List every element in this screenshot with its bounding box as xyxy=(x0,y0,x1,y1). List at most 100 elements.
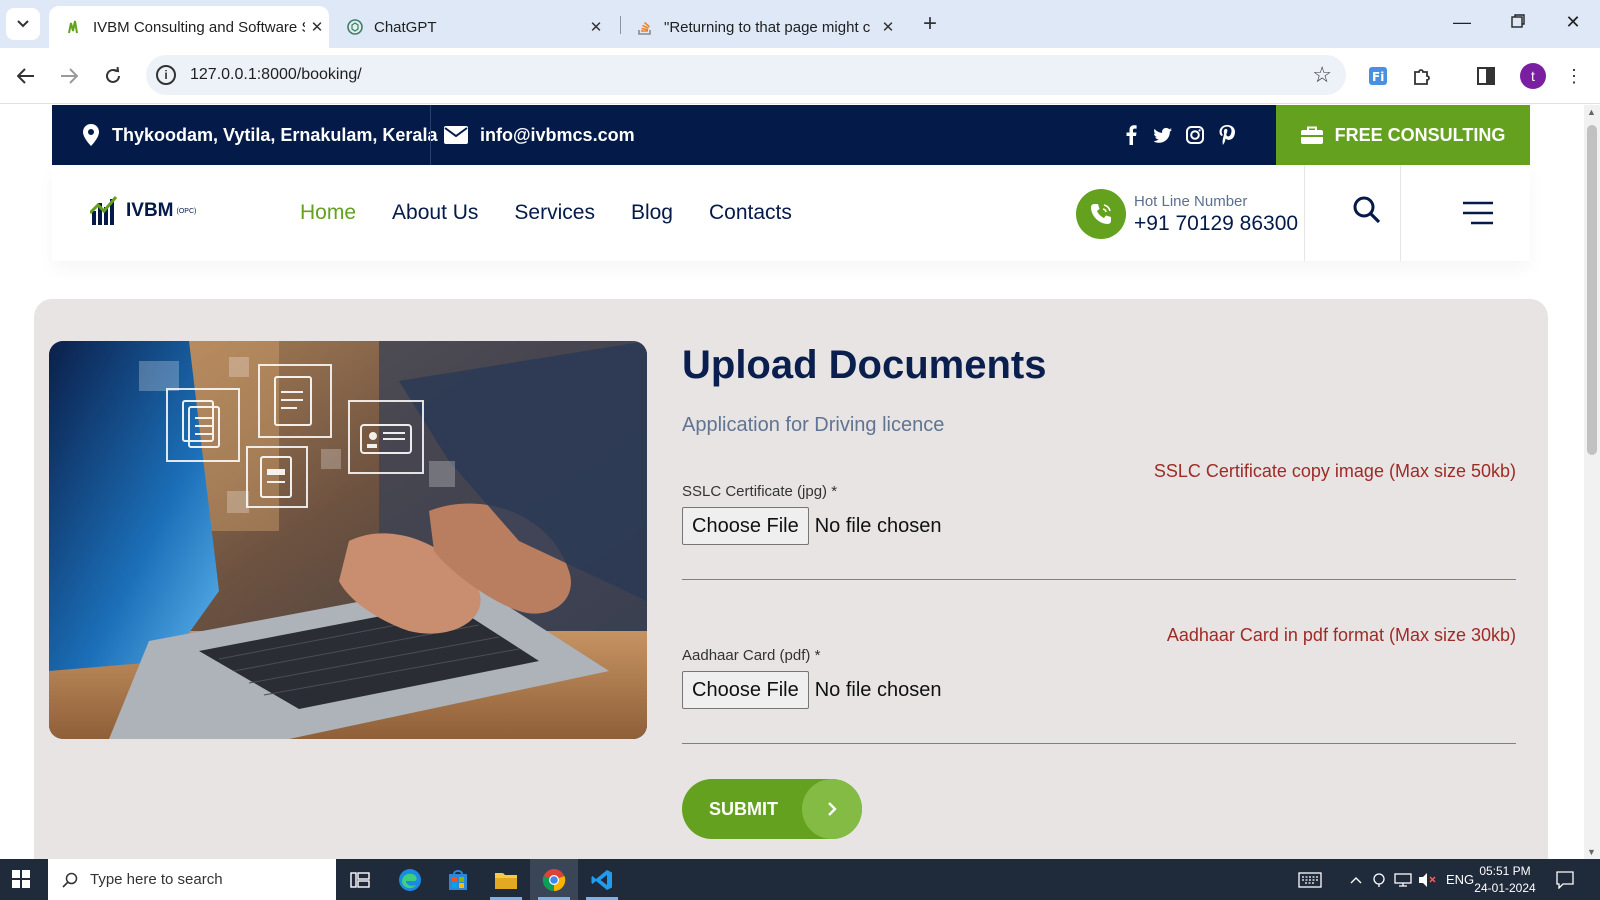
twitter-icon[interactable] xyxy=(1154,125,1172,145)
meet-now-icon[interactable] xyxy=(1372,859,1386,900)
file-explorer-icon[interactable] xyxy=(482,859,530,900)
chrome-icon[interactable] xyxy=(530,859,578,900)
minimize-icon[interactable]: — xyxy=(1450,12,1474,33)
sslc-hint: SSLC Certificate copy image (Max size 50… xyxy=(1153,461,1516,481)
edge-browser-icon[interactable] xyxy=(386,859,434,900)
taskbar-search-placeholder[interactable]: Type here to search xyxy=(90,871,223,888)
microsoft-store-icon[interactable] xyxy=(434,859,482,900)
sslc-file-status: No file chosen xyxy=(814,514,942,537)
email-text[interactable]: info@ivbmcs.com xyxy=(480,125,635,146)
submit-label: SUBMIT xyxy=(709,798,778,819)
chatgpt-favicon-icon xyxy=(346,18,364,36)
restore-icon[interactable] xyxy=(1506,12,1530,33)
side-panel-icon[interactable] xyxy=(1472,62,1500,90)
tab-ivbm[interactable]: IVBM Consulting and Software S ✕ xyxy=(49,6,329,48)
scrollbar-thumb[interactable] xyxy=(1587,125,1597,455)
form-title: Upload Documents xyxy=(682,343,1047,387)
topbar-divider xyxy=(430,105,431,165)
aadhaar-choose-file-button[interactable]: Choose File xyxy=(682,671,809,709)
tab-search-button[interactable] xyxy=(6,8,40,40)
windows-start-icon[interactable] xyxy=(12,870,30,893)
sslc-choose-file-button[interactable]: Choose File xyxy=(682,507,809,545)
site-info-icon[interactable]: i xyxy=(156,65,176,85)
nav-home[interactable]: Home xyxy=(300,201,356,225)
system-clock[interactable]: 05:51 PM 24-01-2024 xyxy=(1470,863,1540,897)
network-icon[interactable] xyxy=(1394,859,1412,900)
pinterest-icon[interactable] xyxy=(1218,125,1236,145)
nav-about-us[interactable]: About Us xyxy=(392,201,478,225)
keyboard-icon[interactable] xyxy=(1298,859,1322,900)
close-icon[interactable]: ✕ xyxy=(876,18,900,36)
back-arrow-icon[interactable] xyxy=(12,62,40,90)
nav-blog[interactable]: Blog xyxy=(631,201,673,225)
scroll-down-arrow-icon[interactable]: ▼ xyxy=(1587,847,1596,857)
chevron-right-icon xyxy=(802,779,862,839)
envelope-icon xyxy=(444,126,468,144)
bookmark-star-icon[interactable]: ☆ xyxy=(1312,62,1332,88)
free-consulting-button[interactable]: FREE CONSULTING xyxy=(1276,105,1530,165)
nav-services[interactable]: Services xyxy=(514,201,595,225)
close-window-icon[interactable]: ✕ xyxy=(1561,12,1585,33)
hotline[interactable]: Hot Line Number +91 70129 86300 xyxy=(1076,189,1298,239)
extensions-puzzle-icon[interactable] xyxy=(1408,62,1436,90)
aadhaar-file-input[interactable]: Choose File No file chosen xyxy=(682,671,941,709)
main-nav: Home About Us Services Blog Contacts xyxy=(300,201,792,225)
windows-taskbar: Type here to search ENG 05:51 PM 24-01-2… xyxy=(0,859,1600,900)
notification-icon[interactable] xyxy=(1556,859,1574,900)
tab-stackoverflow[interactable]: "Returning to that page might c ✕ xyxy=(620,6,900,48)
task-view-icon[interactable] xyxy=(336,859,384,900)
address-info: Thykoodam, Vytila, Ernakulam, Kerala xyxy=(82,105,437,165)
stackoverflow-favicon-icon xyxy=(636,18,654,36)
vscode-icon[interactable] xyxy=(578,859,626,900)
close-icon[interactable]: ✕ xyxy=(305,18,329,36)
nav-contacts[interactable]: Contacts xyxy=(709,201,792,225)
kebab-menu-icon[interactable]: ⋮ xyxy=(1560,62,1588,90)
address-bar[interactable]: i 127.0.0.1:8000/booking/ ☆ xyxy=(146,55,1346,95)
email-info[interactable]: info@ivbmcs.com xyxy=(444,105,635,165)
sslc-file-input[interactable]: Choose File No file chosen xyxy=(682,507,941,545)
page-scrollbar[interactable]: ▲ ▼ xyxy=(1584,105,1600,859)
aadhaar-label: Aadhaar Card (pdf) * xyxy=(682,647,821,664)
upload-form: Upload Documents Application for Driving… xyxy=(682,341,1516,839)
tab-title: ChatGPT xyxy=(374,18,437,36)
tab-chatgpt[interactable]: ChatGPT ✕ xyxy=(330,6,608,48)
volume-muted-icon[interactable] xyxy=(1418,859,1436,900)
hamburger-menu-button[interactable] xyxy=(1462,201,1494,230)
new-tab-button[interactable]: + xyxy=(916,10,944,38)
clock-date: 24-01-2024 xyxy=(1474,881,1536,895)
taskbar-search-box[interactable]: Type here to search xyxy=(48,859,336,900)
forward-arrow-icon[interactable] xyxy=(55,62,83,90)
sslc-label: SSLC Certificate (jpg) * xyxy=(682,483,838,500)
search-button[interactable] xyxy=(1352,195,1382,230)
logo-wordmark: IVBM xyxy=(126,200,174,221)
logo-suffix: (OPC) xyxy=(176,207,197,215)
browser-toolbar: i 127.0.0.1:8000/booking/ ☆ Fi t ⋮ xyxy=(0,48,1600,104)
tab-title: IVBM Consulting and Software S xyxy=(93,18,305,36)
profile-avatar[interactable]: t xyxy=(1520,63,1546,89)
upload-card: Upload Documents Application for Driving… xyxy=(34,299,1548,859)
chevron-up-icon[interactable] xyxy=(1350,859,1362,900)
ivbm-favicon-icon xyxy=(65,18,83,36)
phone-icon xyxy=(1076,189,1126,239)
social-links xyxy=(1122,125,1236,145)
search-icon xyxy=(1353,196,1381,224)
aadhaar-hint: Aadhaar Card in pdf format (Max size 30k… xyxy=(1166,625,1516,645)
site-logo[interactable]: IVBM (OPC) xyxy=(90,195,196,227)
scroll-up-arrow-icon[interactable]: ▲ xyxy=(1587,107,1596,117)
hotline-number[interactable]: +91 70129 86300 xyxy=(1134,212,1298,236)
laptop-documents-photo xyxy=(49,341,647,739)
svg-text:Fi: Fi xyxy=(1372,70,1384,84)
url-text[interactable]: 127.0.0.1:8000/booking/ xyxy=(190,66,362,84)
ivbm-logo-icon xyxy=(90,196,118,225)
submit-button[interactable]: SUBMIT xyxy=(682,779,862,839)
search-icon xyxy=(62,872,78,888)
reload-icon[interactable] xyxy=(99,62,127,90)
instagram-icon[interactable] xyxy=(1186,125,1204,145)
sslc-upload-field: SSLC Certificate copy image (Max size 50… xyxy=(682,461,1516,627)
field-divider xyxy=(682,579,1516,580)
close-icon[interactable]: ✕ xyxy=(584,18,608,36)
address-text: Thykoodam, Vytila, Ernakulam, Kerala xyxy=(112,124,438,145)
free-consulting-label[interactable]: FREE CONSULTING xyxy=(1335,125,1506,146)
translate-extension-icon[interactable]: Fi xyxy=(1364,62,1392,90)
facebook-icon[interactable] xyxy=(1122,125,1140,145)
